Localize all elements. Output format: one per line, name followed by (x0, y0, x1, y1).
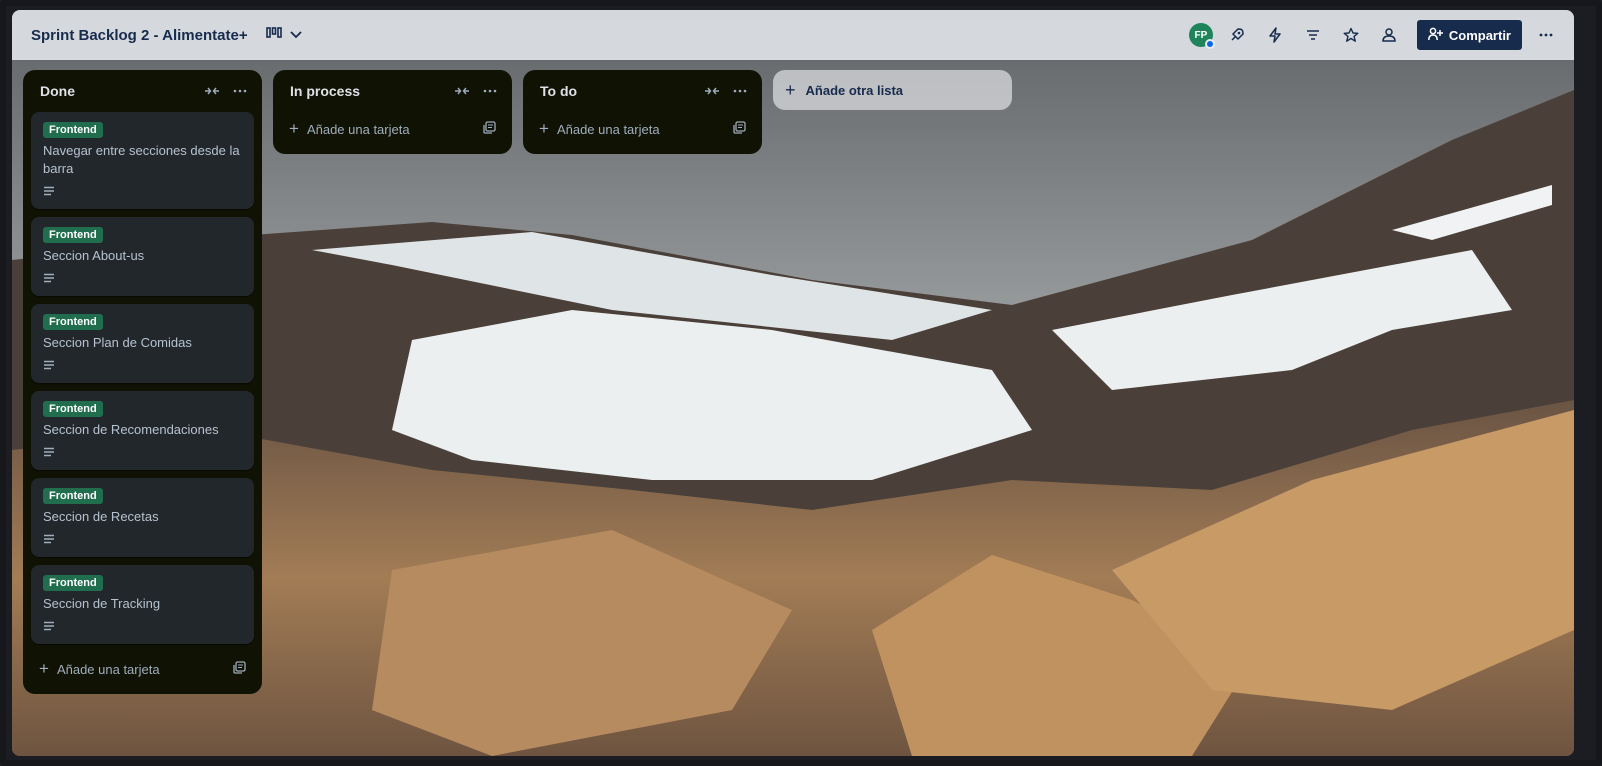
card-title: Seccion de Recomendaciones (43, 422, 219, 437)
add-list-label: Añade otra lista (805, 82, 904, 98)
template-icon[interactable] (733, 121, 746, 137)
card-label[interactable]: Frontend (43, 314, 103, 330)
board: Sprint Backlog 2 - Alimentate+ FP Compar… (12, 10, 1574, 756)
card[interactable]: Frontend Seccion About-us (31, 217, 254, 296)
list-more-icon[interactable] (226, 77, 254, 105)
card[interactable]: Frontend Seccion de Recetas (31, 478, 254, 557)
card-label[interactable]: Frontend (43, 488, 103, 504)
plus-icon: + (289, 119, 299, 138)
plus-icon: + (785, 79, 796, 100)
description-icon (44, 447, 54, 457)
plus-icon: + (39, 659, 49, 678)
card-label[interactable]: Frontend (43, 401, 103, 417)
board-header: Sprint Backlog 2 - Alimentate+ FP Compar… (12, 10, 1574, 60)
admin-badge-icon (1204, 39, 1215, 49)
add-card-button[interactable]: + Añade una tarjeta (31, 652, 254, 686)
list-more-icon[interactable] (726, 77, 754, 105)
template-icon[interactable] (483, 121, 496, 137)
card[interactable]: Frontend Seccion de Tracking (31, 565, 254, 644)
collapse-icon[interactable] (448, 77, 476, 105)
card-label[interactable]: Frontend (43, 227, 103, 243)
description-icon (44, 360, 54, 370)
card-label[interactable]: Frontend (43, 122, 103, 138)
add-card-button[interactable]: + Añade una tarjeta (281, 112, 504, 146)
lightning-icon[interactable] (1261, 21, 1289, 49)
card[interactable]: Frontend Navegar entre secciones desde l… (31, 112, 254, 209)
card-title: Seccion About-us (43, 248, 145, 263)
add-card-label: Añade una tarjeta (56, 661, 160, 677)
people-icon[interactable] (1375, 21, 1403, 49)
plus-icon: + (539, 119, 549, 138)
avatar[interactable]: FP (1188, 23, 1215, 49)
lists-container: Done Frontend Navegar entre secciones de… (23, 70, 1012, 694)
collapse-icon[interactable] (698, 77, 726, 105)
share-button[interactable]: Compartir (1416, 20, 1522, 50)
filter-icon[interactable] (1299, 21, 1327, 49)
app-window: Sprint Backlog 2 - Alimentate+ FP Compar… (0, 0, 1602, 766)
add-card-label: Añade una tarjeta (306, 121, 410, 137)
list-done[interactable]: Done Frontend Navegar entre secciones de… (23, 70, 262, 694)
add-list-button[interactable]: + Añade otra lista (773, 70, 1012, 110)
add-card-label: Añade una tarjeta (556, 121, 660, 137)
card-title: Seccion de Recetas (43, 509, 159, 524)
card-label[interactable]: Frontend (43, 575, 103, 591)
board-view-icon (265, 26, 282, 45)
board-title[interactable]: Sprint Backlog 2 - Alimentate+ (31, 27, 248, 44)
add-person-icon (1427, 27, 1443, 44)
rocket-icon[interactable] (1223, 21, 1251, 49)
list-title[interactable]: Done (40, 83, 198, 99)
list-more-icon[interactable] (476, 77, 504, 105)
avatar-initials: FP (1194, 29, 1208, 41)
template-icon[interactable] (233, 661, 246, 677)
description-icon (44, 621, 54, 631)
list-header: In process (281, 70, 504, 112)
chevron-down-icon (289, 26, 302, 44)
description-icon (44, 534, 54, 544)
list-title[interactable]: To do (540, 83, 698, 99)
card[interactable]: Frontend Seccion Plan de Comidas (31, 304, 254, 383)
view-switcher[interactable] (265, 26, 302, 45)
description-icon (44, 273, 54, 283)
more-icon[interactable] (1532, 21, 1560, 49)
share-button-label: Compartir (1448, 27, 1511, 43)
add-card-button[interactable]: + Añade una tarjeta (531, 112, 754, 146)
description-icon (44, 186, 54, 196)
collapse-icon[interactable] (198, 77, 226, 105)
card-title: Seccion Plan de Comidas (43, 335, 192, 350)
card-title: Navegar entre secciones desde la barra (43, 143, 240, 176)
star-icon[interactable] (1337, 21, 1365, 49)
card-title: Seccion de Tracking (43, 596, 161, 611)
list-header: Done (31, 70, 254, 112)
list-in-process[interactable]: In process + Añade una tarjeta (273, 70, 512, 154)
list-header: To do (531, 70, 754, 112)
list-title[interactable]: In process (290, 83, 448, 99)
list-to-do[interactable]: To do + Añade una tarjeta (523, 70, 762, 154)
card[interactable]: Frontend Seccion de Recomendaciones (31, 391, 254, 470)
